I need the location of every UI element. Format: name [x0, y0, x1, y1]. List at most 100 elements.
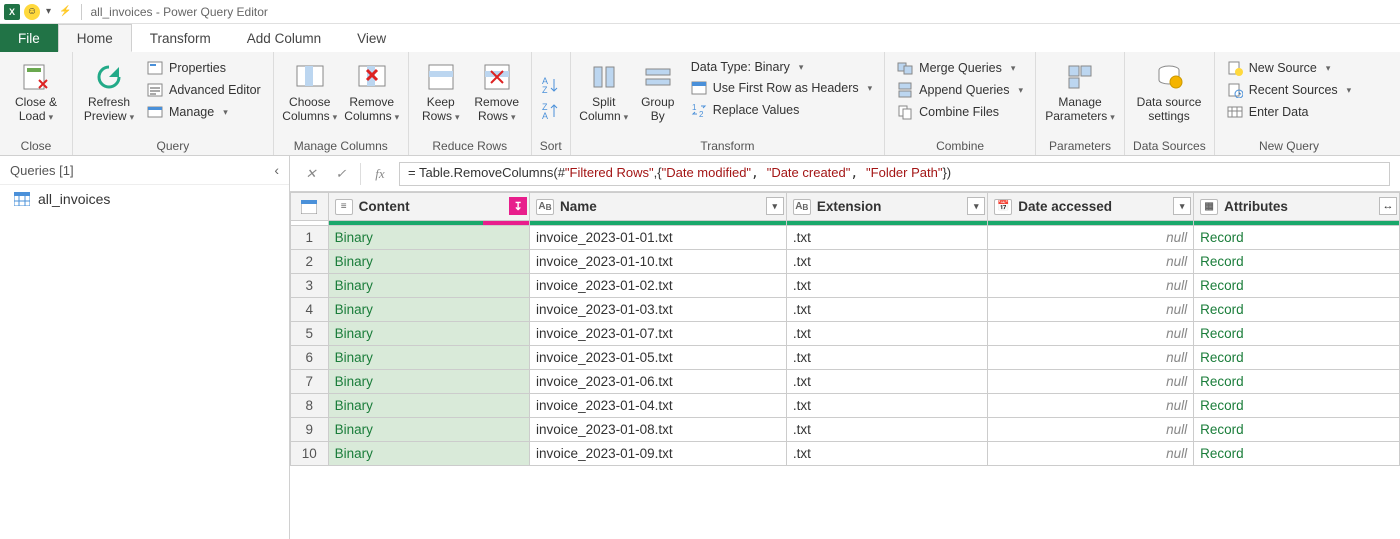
use-first-row-button[interactable]: Use First Row as Headers	[687, 78, 876, 98]
row-number[interactable]: 4	[291, 298, 329, 322]
cell-extension[interactable]: .txt	[786, 274, 987, 298]
cell-date-accessed[interactable]: null	[988, 322, 1194, 346]
cell-extension[interactable]: .txt	[786, 346, 987, 370]
filter-date-button[interactable]: ▾	[1173, 197, 1191, 215]
new-source-button[interactable]: New Source	[1223, 58, 1355, 78]
cell-extension[interactable]: .txt	[786, 442, 987, 466]
cell-name[interactable]: invoice_2023-01-05.txt	[530, 346, 787, 370]
expand-content-button[interactable]: ↧	[509, 197, 527, 215]
replace-values-button[interactable]: 12 Replace Values	[687, 100, 876, 120]
cell-attributes[interactable]: Record	[1194, 346, 1400, 370]
table-row[interactable]: 4Binaryinvoice_2023-01-03.txt.txtnullRec…	[291, 298, 1400, 322]
sort-desc-button[interactable]: ZA	[540, 101, 560, 121]
remove-columns-button[interactable]: Remove Columns	[344, 56, 400, 137]
row-number[interactable]: 7	[291, 370, 329, 394]
cell-attributes[interactable]: Record	[1194, 250, 1400, 274]
table-row[interactable]: 1Binaryinvoice_2023-01-01.txt.txtnullRec…	[291, 226, 1400, 250]
tab-add-column[interactable]: Add Column	[229, 24, 339, 52]
data-grid[interactable]: ≡Content ↧ ABName ▾ ABExtension ▾ 📅Da	[290, 192, 1400, 539]
table-row[interactable]: 3Binaryinvoice_2023-01-02.txt.txtnullRec…	[291, 274, 1400, 298]
cell-content[interactable]: Binary	[328, 442, 529, 466]
tab-file[interactable]: File	[0, 24, 58, 52]
remove-rows-button[interactable]: Remove Rows	[471, 56, 523, 137]
select-all-corner[interactable]	[291, 193, 329, 221]
cell-name[interactable]: invoice_2023-01-09.txt	[530, 442, 787, 466]
row-number[interactable]: 8	[291, 394, 329, 418]
cell-name[interactable]: invoice_2023-01-08.txt	[530, 418, 787, 442]
table-row[interactable]: 10Binaryinvoice_2023-01-09.txt.txtnullRe…	[291, 442, 1400, 466]
smiley-icon[interactable]: ☺	[24, 4, 40, 20]
cell-date-accessed[interactable]: null	[988, 346, 1194, 370]
manage-button[interactable]: Manage	[143, 102, 265, 122]
cell-name[interactable]: invoice_2023-01-07.txt	[530, 322, 787, 346]
cell-attributes[interactable]: Record	[1194, 274, 1400, 298]
refresh-preview-button[interactable]: Refresh Preview	[81, 56, 137, 137]
table-row[interactable]: 9Binaryinvoice_2023-01-08.txt.txtnullRec…	[291, 418, 1400, 442]
advanced-editor-button[interactable]: Advanced Editor	[143, 80, 265, 100]
cell-content[interactable]: Binary	[328, 322, 529, 346]
cell-name[interactable]: invoice_2023-01-06.txt	[530, 370, 787, 394]
qat-customize[interactable]: ⚡	[57, 6, 73, 17]
row-number[interactable]: 9	[291, 418, 329, 442]
cell-attributes[interactable]: Record	[1194, 442, 1400, 466]
cell-date-accessed[interactable]: null	[988, 298, 1194, 322]
cell-name[interactable]: invoice_2023-01-03.txt	[530, 298, 787, 322]
cell-extension[interactable]: .txt	[786, 394, 987, 418]
table-row[interactable]: 8Binaryinvoice_2023-01-04.txt.txtnullRec…	[291, 394, 1400, 418]
table-row[interactable]: 7Binaryinvoice_2023-01-06.txt.txtnullRec…	[291, 370, 1400, 394]
tab-home[interactable]: Home	[58, 24, 132, 52]
cell-content[interactable]: Binary	[328, 346, 529, 370]
cell-content[interactable]: Binary	[328, 226, 529, 250]
data-source-settings-button[interactable]: Data source settings	[1133, 56, 1205, 137]
cell-date-accessed[interactable]: null	[988, 442, 1194, 466]
column-header-attributes[interactable]: ▦Attributes ↔	[1194, 193, 1400, 221]
cell-date-accessed[interactable]: null	[988, 394, 1194, 418]
cell-date-accessed[interactable]: null	[988, 370, 1194, 394]
row-number[interactable]: 2	[291, 250, 329, 274]
cell-name[interactable]: invoice_2023-01-04.txt	[530, 394, 787, 418]
qat-dropdown[interactable]: ▾	[44, 6, 53, 17]
combine-files-button[interactable]: Combine Files	[893, 102, 1027, 122]
column-header-content[interactable]: ≡Content ↧	[328, 193, 529, 221]
cell-extension[interactable]: .txt	[786, 370, 987, 394]
cell-attributes[interactable]: Record	[1194, 298, 1400, 322]
collapse-pane-icon[interactable]: ‹	[274, 162, 279, 178]
cell-attributes[interactable]: Record	[1194, 322, 1400, 346]
row-number[interactable]: 6	[291, 346, 329, 370]
formula-input[interactable]: = Table.RemoveColumns(#"Filtered Rows",{…	[399, 162, 1390, 186]
cancel-formula-button[interactable]: ✕	[300, 163, 322, 185]
cell-content[interactable]: Binary	[328, 394, 529, 418]
merge-queries-button[interactable]: Merge Queries	[893, 58, 1027, 78]
query-item-all-invoices[interactable]: all_invoices	[0, 185, 289, 213]
filter-extension-button[interactable]: ▾	[967, 197, 985, 215]
cell-name[interactable]: invoice_2023-01-02.txt	[530, 274, 787, 298]
cell-date-accessed[interactable]: null	[988, 418, 1194, 442]
row-number[interactable]: 10	[291, 442, 329, 466]
cell-extension[interactable]: .txt	[786, 226, 987, 250]
table-row[interactable]: 5Binaryinvoice_2023-01-07.txt.txtnullRec…	[291, 322, 1400, 346]
row-number[interactable]: 5	[291, 322, 329, 346]
cell-content[interactable]: Binary	[328, 418, 529, 442]
row-number[interactable]: 3	[291, 274, 329, 298]
cell-content[interactable]: Binary	[328, 298, 529, 322]
cell-attributes[interactable]: Record	[1194, 394, 1400, 418]
column-header-extension[interactable]: ABExtension ▾	[786, 193, 987, 221]
cell-attributes[interactable]: Record	[1194, 370, 1400, 394]
manage-parameters-button[interactable]: Manage Parameters	[1044, 56, 1116, 137]
cell-date-accessed[interactable]: null	[988, 274, 1194, 298]
enter-data-button[interactable]: Enter Data	[1223, 102, 1355, 122]
group-by-button[interactable]: Group By	[635, 56, 681, 137]
tab-transform[interactable]: Transform	[132, 24, 229, 52]
cell-date-accessed[interactable]: null	[988, 226, 1194, 250]
cell-content[interactable]: Binary	[328, 274, 529, 298]
keep-rows-button[interactable]: Keep Rows	[417, 56, 465, 137]
expand-attributes-button[interactable]: ↔	[1379, 197, 1397, 215]
data-type-button[interactable]: Data Type: Binary	[687, 58, 876, 76]
filter-name-button[interactable]: ▾	[766, 197, 784, 215]
cell-attributes[interactable]: Record	[1194, 418, 1400, 442]
column-header-date-accessed[interactable]: 📅Date accessed ▾	[988, 193, 1194, 221]
accept-formula-button[interactable]: ✓	[330, 163, 352, 185]
append-queries-button[interactable]: Append Queries	[893, 80, 1027, 100]
close-and-load-button[interactable]: Close & Load	[8, 56, 64, 137]
cell-content[interactable]: Binary	[328, 250, 529, 274]
